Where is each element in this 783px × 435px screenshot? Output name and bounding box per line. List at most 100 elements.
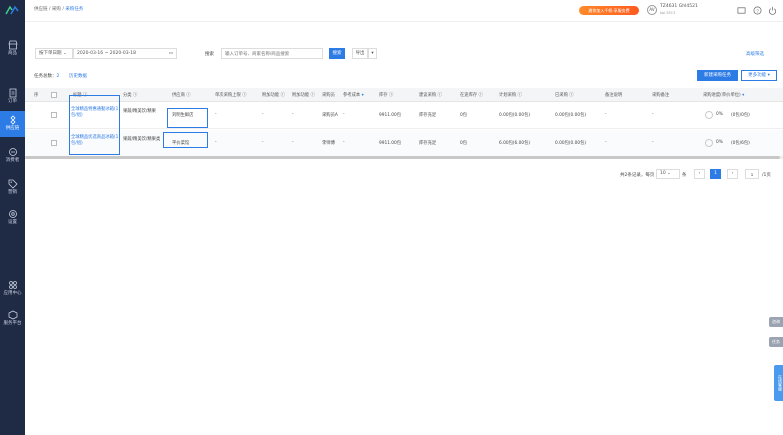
info-icon: ⓘ — [186, 93, 191, 98]
info-icon: ⓘ — [132, 93, 138, 98]
sidebar-item-marketing[interactable]: 营销 — [0, 175, 25, 201]
item-buyer: 李师傅 — [322, 141, 335, 146]
item-suggest: 库存充足 — [419, 141, 437, 146]
sidebar-item-label: 应用中心 — [3, 291, 22, 296]
date-type-select[interactable]: 按下单日期 ⌄ — [35, 48, 73, 59]
breadcrumb-current: 采购任务 — [65, 7, 84, 12]
task-count-label: 任务总数： — [34, 74, 57, 79]
consult-float-button[interactable]: 咨询 — [769, 317, 783, 327]
info-icon: ⓘ — [569, 93, 574, 98]
total-pages: /1页 — [762, 173, 771, 178]
sidebar-item-orders[interactable]: 订单 — [0, 84, 25, 110]
item-extra2: - — [292, 112, 294, 117]
item-progress: 0% — [716, 140, 723, 145]
date-range-picker[interactable]: 2020-03-16 ~ 2020-03-18 ▭ — [73, 48, 177, 59]
goto-page-input[interactable] — [745, 169, 759, 179]
item-category: 果蔬/精美饮/精果 — [123, 109, 156, 114]
highlight-supplier-row1 — [167, 108, 208, 128]
advanced-filter-link[interactable]: 高级筛选 — [746, 51, 764, 57]
export-dropdown-button[interactable]: ▾ — [368, 48, 377, 59]
shop-avatar[interactable]: AV — [647, 5, 657, 15]
item-extra1: - — [262, 112, 264, 117]
col-stock: 库存 ⓘ — [379, 93, 394, 98]
info-icon: ⓘ — [437, 93, 442, 98]
apps-icon — [8, 281, 17, 289]
calendar-icon: ▭ — [168, 51, 173, 56]
sidebar-item-goods[interactable]: 商品 — [0, 36, 25, 62]
info-icon: ⓘ — [517, 93, 522, 98]
item-category: 果蔬/精美饮/精果类 — [123, 137, 161, 142]
item-plan: 0.00包(0.00包) — [499, 113, 531, 118]
table-header: 序 标题 ⓘ 分类 ⓘ 供应商 ⓘ 单次采购上限 ⓘ 附加功能 ⓘ 附加功能 ⓘ… — [25, 88, 783, 102]
table-row: 全球精品特惠通勤冰箱(1包/组) 果蔬/精美饮/精果 刘明生鲜店 - - - 采… — [25, 102, 783, 129]
col-suggest: 建议采购 ⓘ — [419, 93, 442, 98]
row-checkbox[interactable] — [51, 112, 57, 118]
scrollbar-thumb[interactable] — [25, 156, 780, 159]
prev-page-button[interactable]: ‹ — [694, 169, 705, 179]
col-supplier: 供应商 ⓘ — [172, 93, 191, 98]
sidebar-item-label: 营销 — [8, 190, 17, 195]
breadcrumb: 供应链 / 采购 / 采购任务 — [34, 6, 83, 12]
search-input[interactable] — [221, 48, 323, 59]
order-icon — [9, 88, 16, 98]
col-progress[interactable]: 采购进度(单价单位) ▾ — [703, 92, 744, 98]
sidebar-item-supply-chain[interactable]: 供应链 — [0, 111, 25, 137]
history-link[interactable]: 历史数据 — [69, 73, 87, 79]
sidebar-item-label: 商品 — [8, 51, 17, 56]
col-extra1: 附加功能 ⓘ — [262, 93, 285, 98]
next-page-button[interactable]: › — [727, 169, 738, 179]
item-extra2: - — [292, 140, 294, 145]
filter-icon: ▾ — [742, 93, 745, 98]
item-suggest: 库存充足 — [419, 113, 437, 118]
sidebar: 商品 订单 供应链 消费者 营销 设置 应用中心 服务平台 — [0, 0, 25, 435]
chevron-down-icon: ⌄ — [667, 171, 671, 176]
message-icon[interactable] — [737, 6, 746, 15]
shop-name[interactable]: TZ4631 GhI4521 — [660, 4, 698, 9]
sidebar-item-service[interactable]: 服务平台 — [0, 306, 25, 332]
item-progress-detail[interactable]: (0包/6包) — [731, 140, 750, 146]
item-limit: - — [215, 140, 217, 145]
new-task-button[interactable]: 新建采购任务 — [697, 70, 738, 81]
item-remark: - — [605, 140, 607, 145]
breadcrumb-item[interactable]: 供应链 — [34, 7, 48, 12]
page-button-current[interactable]: 1 — [710, 169, 721, 179]
horizontal-scrollbar[interactable] — [25, 156, 783, 159]
row-checkbox[interactable] — [51, 140, 57, 146]
progress-ring — [705, 139, 713, 147]
sidebar-item-label: 设置 — [8, 220, 17, 225]
chevron-down-icon: ⌄ — [62, 51, 67, 56]
item-progress-detail[interactable]: (0包/0包) — [731, 112, 750, 118]
service-icon — [8, 310, 17, 320]
item-cost: - — [343, 140, 345, 145]
online-service-float-button[interactable]: 在线客服 — [774, 365, 783, 401]
col-category: 分类 ⓘ — [123, 93, 138, 98]
col-note: 采购备注 — [652, 93, 670, 98]
col-transit: 在途库存 ⓘ — [460, 93, 483, 98]
item-cost: - — [343, 112, 345, 117]
more-functions-label: 更多功能 — [748, 73, 767, 78]
sidebar-item-settings[interactable]: 设置 — [0, 205, 25, 231]
col-remark: 备注说明 — [605, 93, 623, 98]
item-extra1: - — [262, 140, 264, 145]
search-button[interactable]: 搜索 — [329, 48, 345, 59]
breadcrumb-item[interactable]: 采购 — [52, 7, 61, 12]
sidebar-item-apps[interactable]: 应用中心 — [0, 276, 25, 302]
info-icon: ⓘ — [310, 93, 315, 98]
col-index: 序 — [34, 93, 39, 98]
select-all-checkbox[interactable] — [51, 92, 57, 98]
power-icon[interactable] — [768, 6, 777, 15]
sidebar-item-consumers[interactable]: 消费者 — [0, 143, 25, 169]
task-float-button[interactable]: 任务 — [769, 337, 783, 347]
item-note: - — [652, 112, 654, 117]
export-button[interactable]: 导出 — [352, 48, 368, 59]
help-icon[interactable]: ? — [753, 6, 762, 15]
page-size-value: 10 — [660, 171, 666, 176]
consumer-icon — [8, 148, 17, 156]
shop-subtitle: kpl.5513 — [660, 11, 676, 15]
page-size-select[interactable]: 10 ⌄ — [656, 169, 680, 179]
filter-icon: ▾ — [361, 93, 364, 98]
promo-button[interactable]: 邀你加入千帆·享服务费 — [579, 6, 639, 15]
col-cost[interactable]: 参考成本 ▾ — [343, 92, 364, 98]
more-functions-button[interactable]: 更多功能 ▾ — [741, 70, 777, 81]
item-plan: 6.00包(6.00包) — [499, 141, 531, 146]
